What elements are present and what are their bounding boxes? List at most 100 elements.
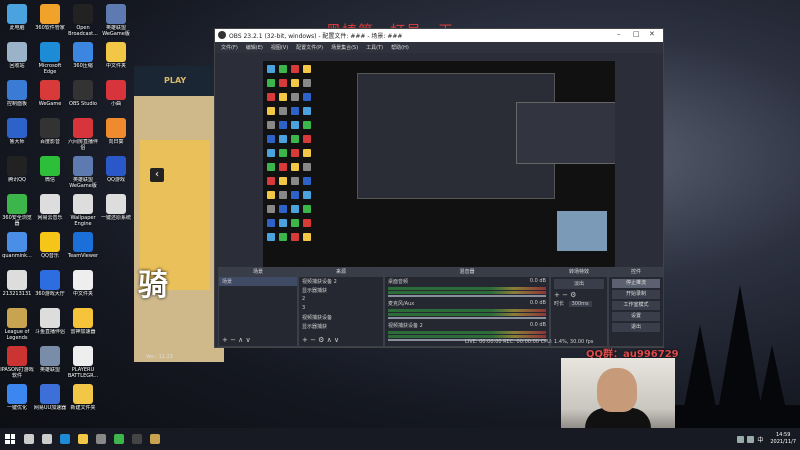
obs-menu-item[interactable]: 配置文件(P) <box>296 44 323 51</box>
source-item[interactable]: 视频捕获设备 <box>299 313 383 322</box>
desktop-icon[interactable]: QQ游戏 <box>99 154 133 196</box>
desktop-icon[interactable]: 新建文件夹 <box>66 382 100 424</box>
desktop-icon[interactable]: OBS Studio <box>66 78 100 120</box>
obs-menu-item[interactable]: 帮助(H) <box>391 44 409 51</box>
system-clock[interactable]: 14:59 2021/11/7 <box>770 432 796 446</box>
preview-mini-icon <box>267 65 275 73</box>
source-item[interactable]: 2 <box>299 295 383 304</box>
desktop-icon[interactable]: quanmink... <box>0 230 34 272</box>
desktop-icon[interactable]: PLAYERU BATTLEGR... <box>66 344 100 386</box>
duration-input[interactable]: 300ms <box>568 301 592 307</box>
store-icon[interactable] <box>92 428 110 450</box>
control-button[interactable]: 工作室模式 <box>612 301 660 310</box>
desktop-icon[interactable]: 回收站 <box>0 40 34 82</box>
desktop-icon[interactable]: 360软件管家 <box>33 2 67 44</box>
scene-item[interactable]: 场景 <box>219 277 297 286</box>
minimize-icon[interactable]: – <box>617 30 621 38</box>
volume-slider[interactable] <box>388 295 546 297</box>
desktop-icon[interactable]: WeGame <box>33 78 67 120</box>
app-icon <box>7 80 27 100</box>
desktop-icon[interactable]: Wallpaper Engine <box>66 192 100 234</box>
desktop-icon[interactable]: 英雄联盟WeGame版 <box>66 154 100 196</box>
task-view-icon[interactable] <box>38 428 56 450</box>
windows-start-icon[interactable] <box>0 428 20 450</box>
system-tray: 中 14:59 2021/11/7 <box>737 428 796 450</box>
control-button[interactable]: 设置 <box>612 312 660 321</box>
obs-icon[interactable] <box>128 428 146 450</box>
transition-select[interactable]: 淡出 <box>554 279 604 289</box>
desktop-icon[interactable]: League of Legends <box>0 306 34 348</box>
obs-preview-canvas[interactable] <box>263 61 615 275</box>
desktop-icon[interactable]: 斗鱼直播伴侣 <box>33 306 67 348</box>
obs-menu-item[interactable]: 编辑(E) <box>246 44 263 51</box>
obs-menu-item[interactable]: 场景集合(S) <box>331 44 358 51</box>
obs-menu-item[interactable]: 工具(T) <box>366 44 383 51</box>
desktop-icon[interactable]: 英雄联盟WeGame版 <box>99 2 133 44</box>
desktop-icon-label: PLAYERU BATTLEGR... <box>67 367 99 379</box>
desktop-icon[interactable]: 中文件夹 <box>66 268 100 310</box>
desktop-icon[interactable]: 一键优化 <box>0 382 34 424</box>
desktop-icon[interactable]: Microsoft Edge <box>33 40 67 82</box>
desktop-icon[interactable]: 此电脑 <box>0 2 34 44</box>
desktop-icon[interactable]: 雷神加速器 <box>66 306 100 348</box>
ime-indicator[interactable]: 中 <box>757 435 763 444</box>
desktop-icon-label: 控制面板 <box>6 101 27 107</box>
play-button[interactable]: PLAY <box>164 76 186 85</box>
source-item[interactable]: 显示器捕获 <box>299 286 383 295</box>
maximize-icon[interactable]: □ <box>633 30 640 38</box>
desktop-icon[interactable]: 微信 <box>33 154 67 196</box>
app-icon <box>40 4 60 24</box>
desktop-icon[interactable]: 360压缩 <box>66 40 100 82</box>
desktop-icon[interactable]: 英雄联盟 <box>33 344 67 386</box>
control-button[interactable]: 开始录制 <box>612 290 660 299</box>
source-item[interactable]: 3 <box>299 304 383 313</box>
360-icon[interactable] <box>110 428 128 450</box>
obs-window-title: OBS 23.2.1 (32-bit, windows) - 配置文件: ###… <box>229 33 403 40</box>
desktop-icon[interactable]: 360游戏大厅 <box>33 268 67 310</box>
desktop-icon[interactable]: 六间房直播伴侣 <box>66 116 100 158</box>
edge-icon[interactable] <box>56 428 74 450</box>
desktop-icon[interactable]: IPASON打游戏软件 <box>0 344 34 386</box>
desktop-icon[interactable]: 360安全浏览器 <box>0 192 34 234</box>
transition-controls[interactable]: + − ⚙ <box>551 291 607 299</box>
search-icon[interactable] <box>20 428 38 450</box>
mixer-channel-name: 麦克风/Aux <box>388 301 415 307</box>
desktop-icon[interactable]: QQ音乐 <box>33 230 67 272</box>
obs-window[interactable]: OBS 23.2.1 (32-bit, windows) - 配置文件: ###… <box>214 28 664 348</box>
chevron-left-icon[interactable]: ‹ <box>150 168 164 182</box>
file-explorer-icon[interactable] <box>74 428 92 450</box>
nested-obs-preview-2 <box>516 102 615 164</box>
desktop-icon[interactable]: 向日葵 <box>99 116 133 158</box>
league-icon[interactable] <box>146 428 164 450</box>
desktop-icon[interactable]: TeamViewer <box>66 230 100 272</box>
desktop-icon[interactable]: 控制面板 <box>0 78 34 120</box>
source-controls[interactable]: + − ⚙ ∧ ∨ <box>302 336 339 344</box>
desktop-icon[interactable]: 网易云音乐 <box>33 192 67 234</box>
obs-menu-item[interactable]: 文件(F) <box>221 44 238 51</box>
preview-mini-icon <box>291 205 299 213</box>
desktop-icon[interactable]: 一键还原系统 <box>99 192 133 234</box>
desktop-icon[interactable]: 中文件夹 <box>99 40 133 82</box>
preview-mini-icon <box>303 177 311 185</box>
desktop-icon[interactable]: 腾讯QQ <box>0 154 34 196</box>
scene-controls[interactable]: + − ∧ ∨ <box>222 336 251 344</box>
close-icon[interactable]: ✕ <box>649 30 655 38</box>
desktop-icon[interactable]: Open Broadcast... <box>66 2 100 44</box>
scenes-dock-title: 场景 <box>219 268 297 277</box>
volume-icon[interactable] <box>747 435 755 443</box>
control-button[interactable]: 停止推流 <box>612 279 660 288</box>
desktop-icon-label: 英雄联盟WeGame版 <box>69 177 97 189</box>
desktop-icon[interactable]: 小曲 <box>99 78 133 120</box>
desktop-icon[interactable]: 鲁大师 <box>0 116 34 158</box>
obs-menu-item[interactable]: 视图(V) <box>271 44 288 51</box>
source-item[interactable]: 显示器捕获 <box>299 322 383 331</box>
volume-slider[interactable] <box>388 317 546 319</box>
desktop-icon[interactable]: 百度影音 <box>33 116 67 158</box>
volume-meter <box>388 313 546 316</box>
desktop-icon[interactable]: 213213131 <box>0 268 34 310</box>
desktop-icon[interactable]: 网易UU加速器 <box>33 382 67 424</box>
volume-meter <box>388 335 546 338</box>
network-icon[interactable] <box>737 435 745 443</box>
control-button[interactable]: 退出 <box>612 323 660 332</box>
source-item[interactable]: 视频捕获设备 2 <box>299 277 383 286</box>
